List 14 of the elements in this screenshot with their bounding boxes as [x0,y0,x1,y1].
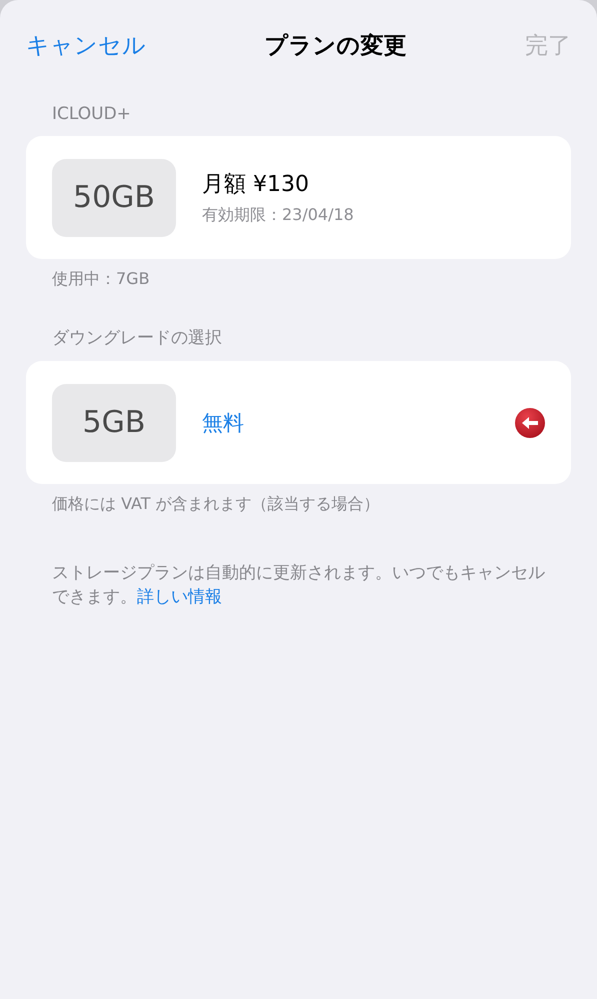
plan-price: 無料 [202,410,245,436]
section-header: ダウングレードの選択 [51,327,223,349]
vat-note: 価格には VAT が含まれます（該当する場合） [51,494,381,515]
usage-text: 使用中：7GB [51,269,151,290]
section-header: ICLOUD+ [51,104,132,124]
page-title: プランの変更 [264,32,406,60]
plan-option[interactable]: 5GB 無料 [26,361,571,484]
plan-price: 月額 ¥130 [202,171,310,199]
cancel-button[interactable]: キャンセル [26,30,146,60]
renewal-note: ストレージプランは自動的に更新されます。いつでもキャンセルできます。詳しい情報 [51,562,546,609]
storage-size: 5GB [52,384,176,462]
learn-more-link[interactable]: 詳しい情報 [137,587,222,607]
storage-size: 50GB [52,158,176,236]
expiry-date: 有効期限：23/04/18 [202,205,355,226]
